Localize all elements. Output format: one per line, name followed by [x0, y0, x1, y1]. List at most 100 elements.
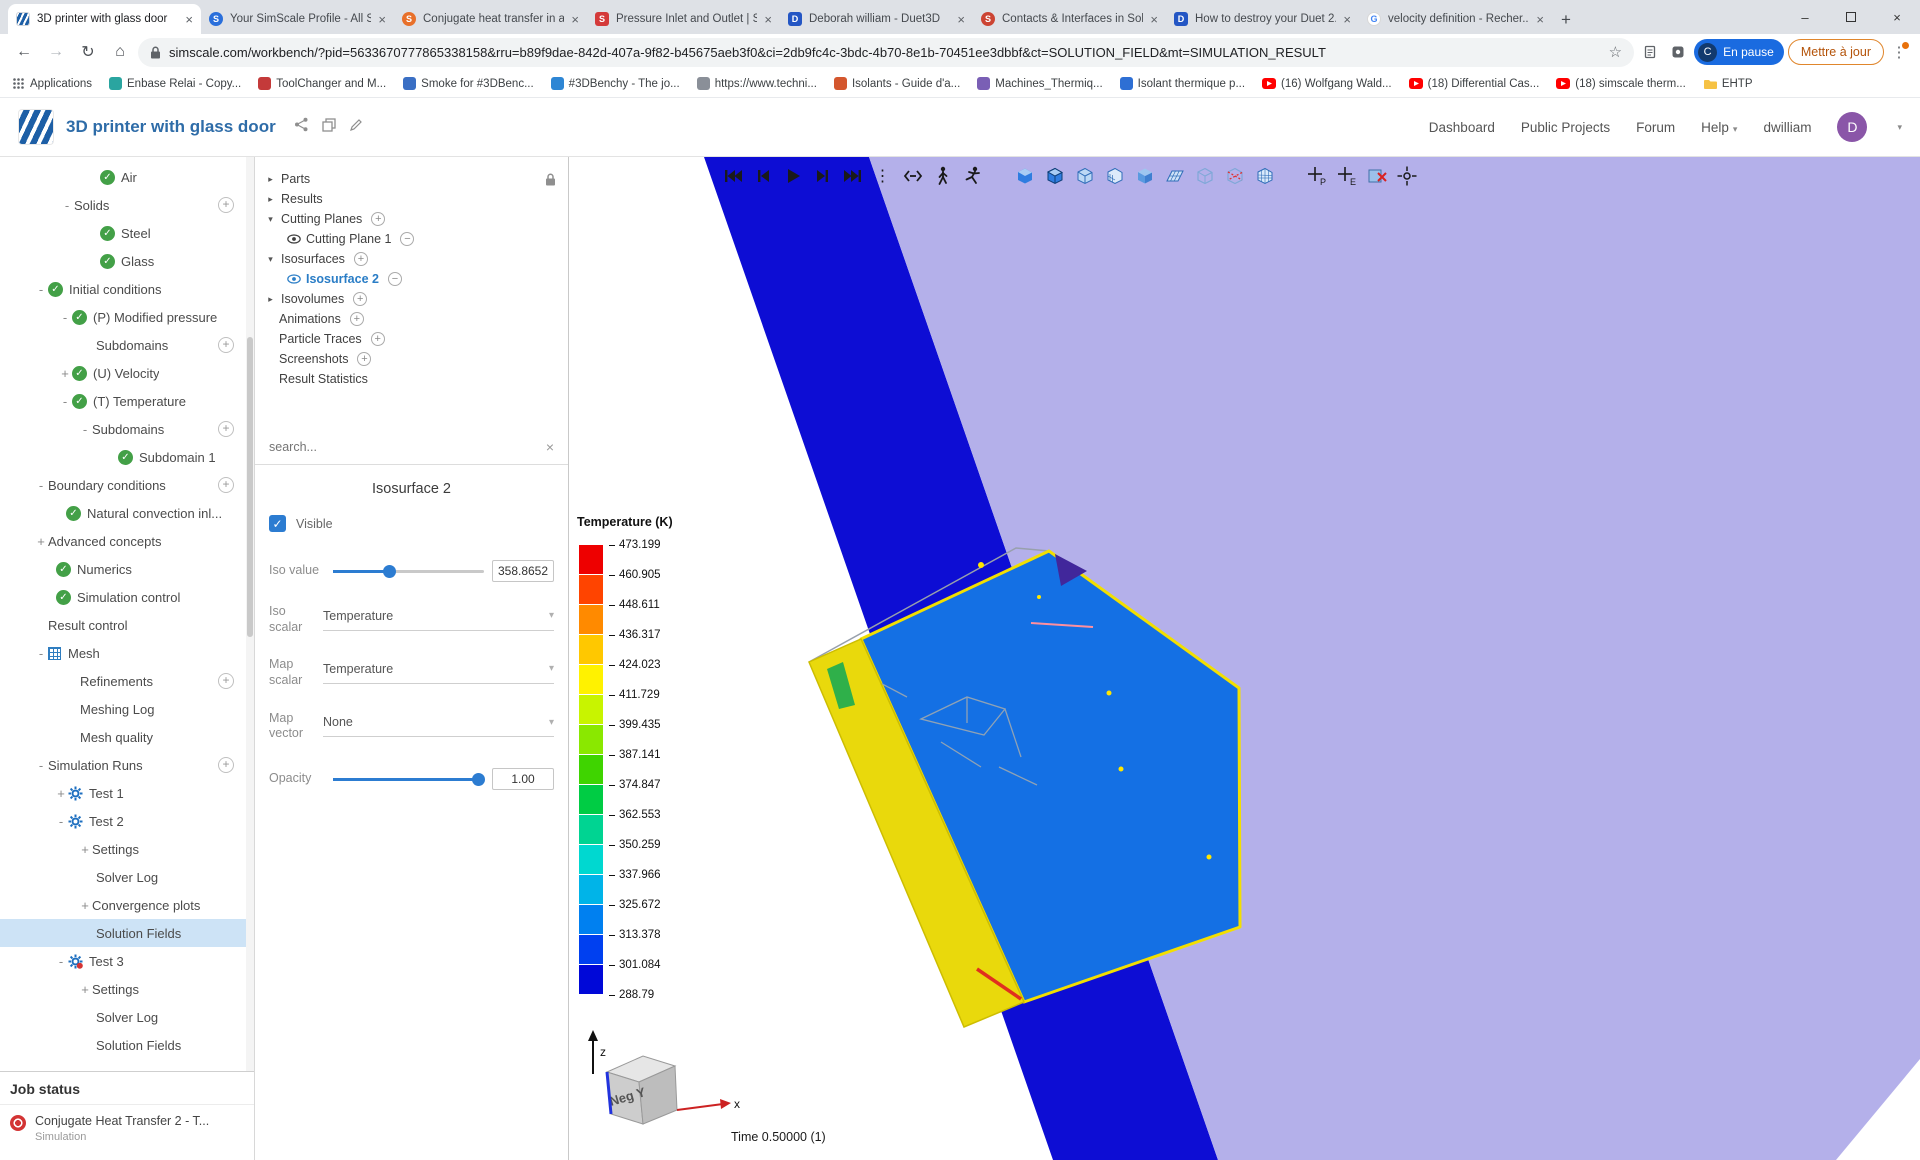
- play-button[interactable]: [779, 162, 806, 189]
- tree-item[interactable]: Meshing Log: [0, 695, 246, 723]
- walk-mode-button[interactable]: [929, 162, 956, 189]
- nav-public-projects[interactable]: Public Projects: [1521, 120, 1610, 135]
- iso-value-slider[interactable]: [333, 564, 484, 578]
- browser-tab[interactable]: S Contacts & Interfaces in Sol... ×: [973, 4, 1166, 34]
- expand-icon[interactable]: +: [78, 898, 92, 913]
- clip-region-view-button[interactable]: [1221, 162, 1248, 189]
- add-icon[interactable]: +: [218, 337, 234, 353]
- tree-item[interactable]: - Test 3: [0, 947, 246, 975]
- add-circle-icon[interactable]: +: [371, 212, 386, 226]
- mesh-view-button[interactable]: [1251, 162, 1278, 189]
- tab-close-icon[interactable]: ×: [1536, 12, 1544, 27]
- tree-item[interactable]: + Advanced concepts: [0, 527, 246, 555]
- tree-item[interactable]: - ✓ (P) Modified pressure: [0, 303, 246, 331]
- tree-item[interactable]: - Subdomains +: [0, 415, 246, 443]
- expand-icon[interactable]: +: [78, 982, 92, 997]
- tree-item[interactable]: ✓ Glass: [0, 247, 246, 275]
- browser-tab[interactable]: D How to destroy your Duet 2... ×: [1166, 4, 1359, 34]
- more-options-button[interactable]: ⋮: [869, 162, 896, 189]
- post-tree-item[interactable]: Particle Traces +: [255, 329, 568, 349]
- update-browser-button[interactable]: Mettre à jour: [1787, 39, 1884, 65]
- post-tree-item[interactable]: ▸ Parts: [255, 169, 568, 189]
- add-circle-icon[interactable]: +: [357, 352, 372, 366]
- tree-scrollbar[interactable]: [246, 157, 254, 1071]
- step-forward-button[interactable]: [809, 162, 836, 189]
- collapse-icon[interactable]: -: [54, 954, 68, 969]
- bookmark-item[interactable]: (18) simscale therm...: [1556, 78, 1686, 90]
- tree-item[interactable]: - Boundary conditions +: [0, 471, 246, 499]
- tree-item[interactable]: Solution Fields: [0, 1031, 246, 1059]
- viewport-3d[interactable]: ⋮ P E Temperature (K) 473.199 460.905 44…: [569, 157, 1920, 1160]
- tab-close-icon[interactable]: ×: [571, 12, 579, 27]
- surface-view-button[interactable]: [1011, 162, 1038, 189]
- map-vector-dropdown[interactable]: None ▾: [323, 715, 554, 738]
- post-tree-item[interactable]: Result Statistics: [255, 369, 568, 389]
- share-icon[interactable]: [294, 117, 309, 137]
- tree-item[interactable]: ✓ Numerics: [0, 555, 246, 583]
- tree-item[interactable]: - Test 2: [0, 807, 246, 835]
- tree-item[interactable]: Solver Log: [0, 1003, 246, 1031]
- minimize-button[interactable]: –: [1782, 0, 1828, 34]
- tree-item[interactable]: + ✓ (U) Velocity: [0, 359, 246, 387]
- tab-close-icon[interactable]: ×: [957, 12, 965, 27]
- home-icon[interactable]: ⌂: [106, 43, 134, 61]
- slider-thumb[interactable]: [382, 565, 396, 578]
- copy-icon[interactable]: [322, 117, 336, 137]
- expand-icon[interactable]: +: [54, 786, 68, 801]
- username[interactable]: dwilliam: [1763, 120, 1811, 135]
- job-status-item[interactable]: Conjugate Heat Transfer 2 - T... Simulat…: [0, 1105, 254, 1152]
- bookmark-item[interactable]: Smoke for #3DBenc...: [403, 77, 534, 90]
- forward-icon[interactable]: →: [42, 43, 70, 61]
- bookmark-item[interactable]: (18) Differential Cas...: [1408, 78, 1539, 90]
- add-icon[interactable]: +: [218, 197, 234, 213]
- browser-tab[interactable]: G velocity definition - Recher... ×: [1359, 4, 1552, 34]
- post-tree-item[interactable]: Animations +: [255, 309, 568, 329]
- tree-item[interactable]: - Simulation Runs +: [0, 751, 246, 779]
- chevron-right-icon[interactable]: ▸: [265, 294, 276, 305]
- sync-paused-chip[interactable]: C En pause: [1694, 39, 1784, 65]
- tree-item[interactable]: - ✓ (T) Temperature: [0, 387, 246, 415]
- remove-circle-icon[interactable]: −: [387, 272, 402, 286]
- slider-thumb[interactable]: [471, 772, 485, 786]
- bookmark-star-icon[interactable]: ☆: [1609, 43, 1622, 61]
- extensions-icon[interactable]: [1666, 45, 1690, 59]
- simscale-logo[interactable]: [18, 109, 54, 145]
- post-tree-item[interactable]: ▾ Isosurfaces +: [255, 249, 568, 269]
- chevron-right-icon[interactable]: ▸: [265, 194, 276, 205]
- pick-point-button[interactable]: P: [1303, 162, 1330, 189]
- add-circle-icon[interactable]: +: [353, 292, 368, 306]
- tab-close-icon[interactable]: ×: [185, 12, 193, 27]
- close-button[interactable]: ×: [1874, 0, 1920, 34]
- expand-icon[interactable]: +: [58, 366, 72, 381]
- shaded-edges-view-button[interactable]: [1131, 162, 1158, 189]
- bookmark-item[interactable]: Isolant thermique p...: [1119, 77, 1245, 90]
- reading-list-icon[interactable]: [1638, 45, 1662, 59]
- rotation-center-button[interactable]: [1393, 162, 1420, 189]
- tree-item[interactable]: + Settings: [0, 975, 246, 1003]
- collapse-icon[interactable]: -: [58, 310, 72, 325]
- tab-close-icon[interactable]: ×: [1343, 12, 1351, 27]
- tree-item[interactable]: + Test 1: [0, 779, 246, 807]
- tree-item[interactable]: + Settings: [0, 835, 246, 863]
- browser-tab[interactable]: S Conjugate heat transfer in a... ×: [394, 4, 587, 34]
- chevron-down-icon[interactable]: ▾: [265, 214, 276, 225]
- tree-item[interactable]: - ✓ Initial conditions: [0, 275, 246, 303]
- resize-view-button[interactable]: [899, 162, 926, 189]
- bookmark-item[interactable]: https://www.techni...: [696, 77, 817, 90]
- apps-shortcut[interactable]: Applications: [12, 77, 92, 90]
- browser-tab[interactable]: D Deborah william - Duet3D ×: [780, 4, 973, 34]
- browser-tab[interactable]: S Pressure Inlet and Outlet | S... ×: [587, 4, 780, 34]
- add-icon[interactable]: +: [218, 421, 234, 437]
- post-tree-item[interactable]: Cutting Plane 1−: [255, 229, 568, 249]
- browser-menu-icon[interactable]: ⋮: [1888, 42, 1910, 61]
- expand-icon[interactable]: +: [34, 534, 48, 549]
- tree-item[interactable]: ✓ Subdomain 1: [0, 443, 246, 471]
- tree-item[interactable]: ✓ Simulation control: [0, 583, 246, 611]
- tree-item-solution-fields-selected[interactable]: Solution Fields: [0, 919, 246, 947]
- tree-item[interactable]: Solver Log: [0, 863, 246, 891]
- collapse-icon[interactable]: -: [78, 422, 92, 437]
- tree-item[interactable]: Refinements +: [0, 667, 246, 695]
- tree-item[interactable]: Mesh quality: [0, 723, 246, 751]
- step-back-button[interactable]: [749, 162, 776, 189]
- render-scene[interactable]: [569, 157, 1920, 1160]
